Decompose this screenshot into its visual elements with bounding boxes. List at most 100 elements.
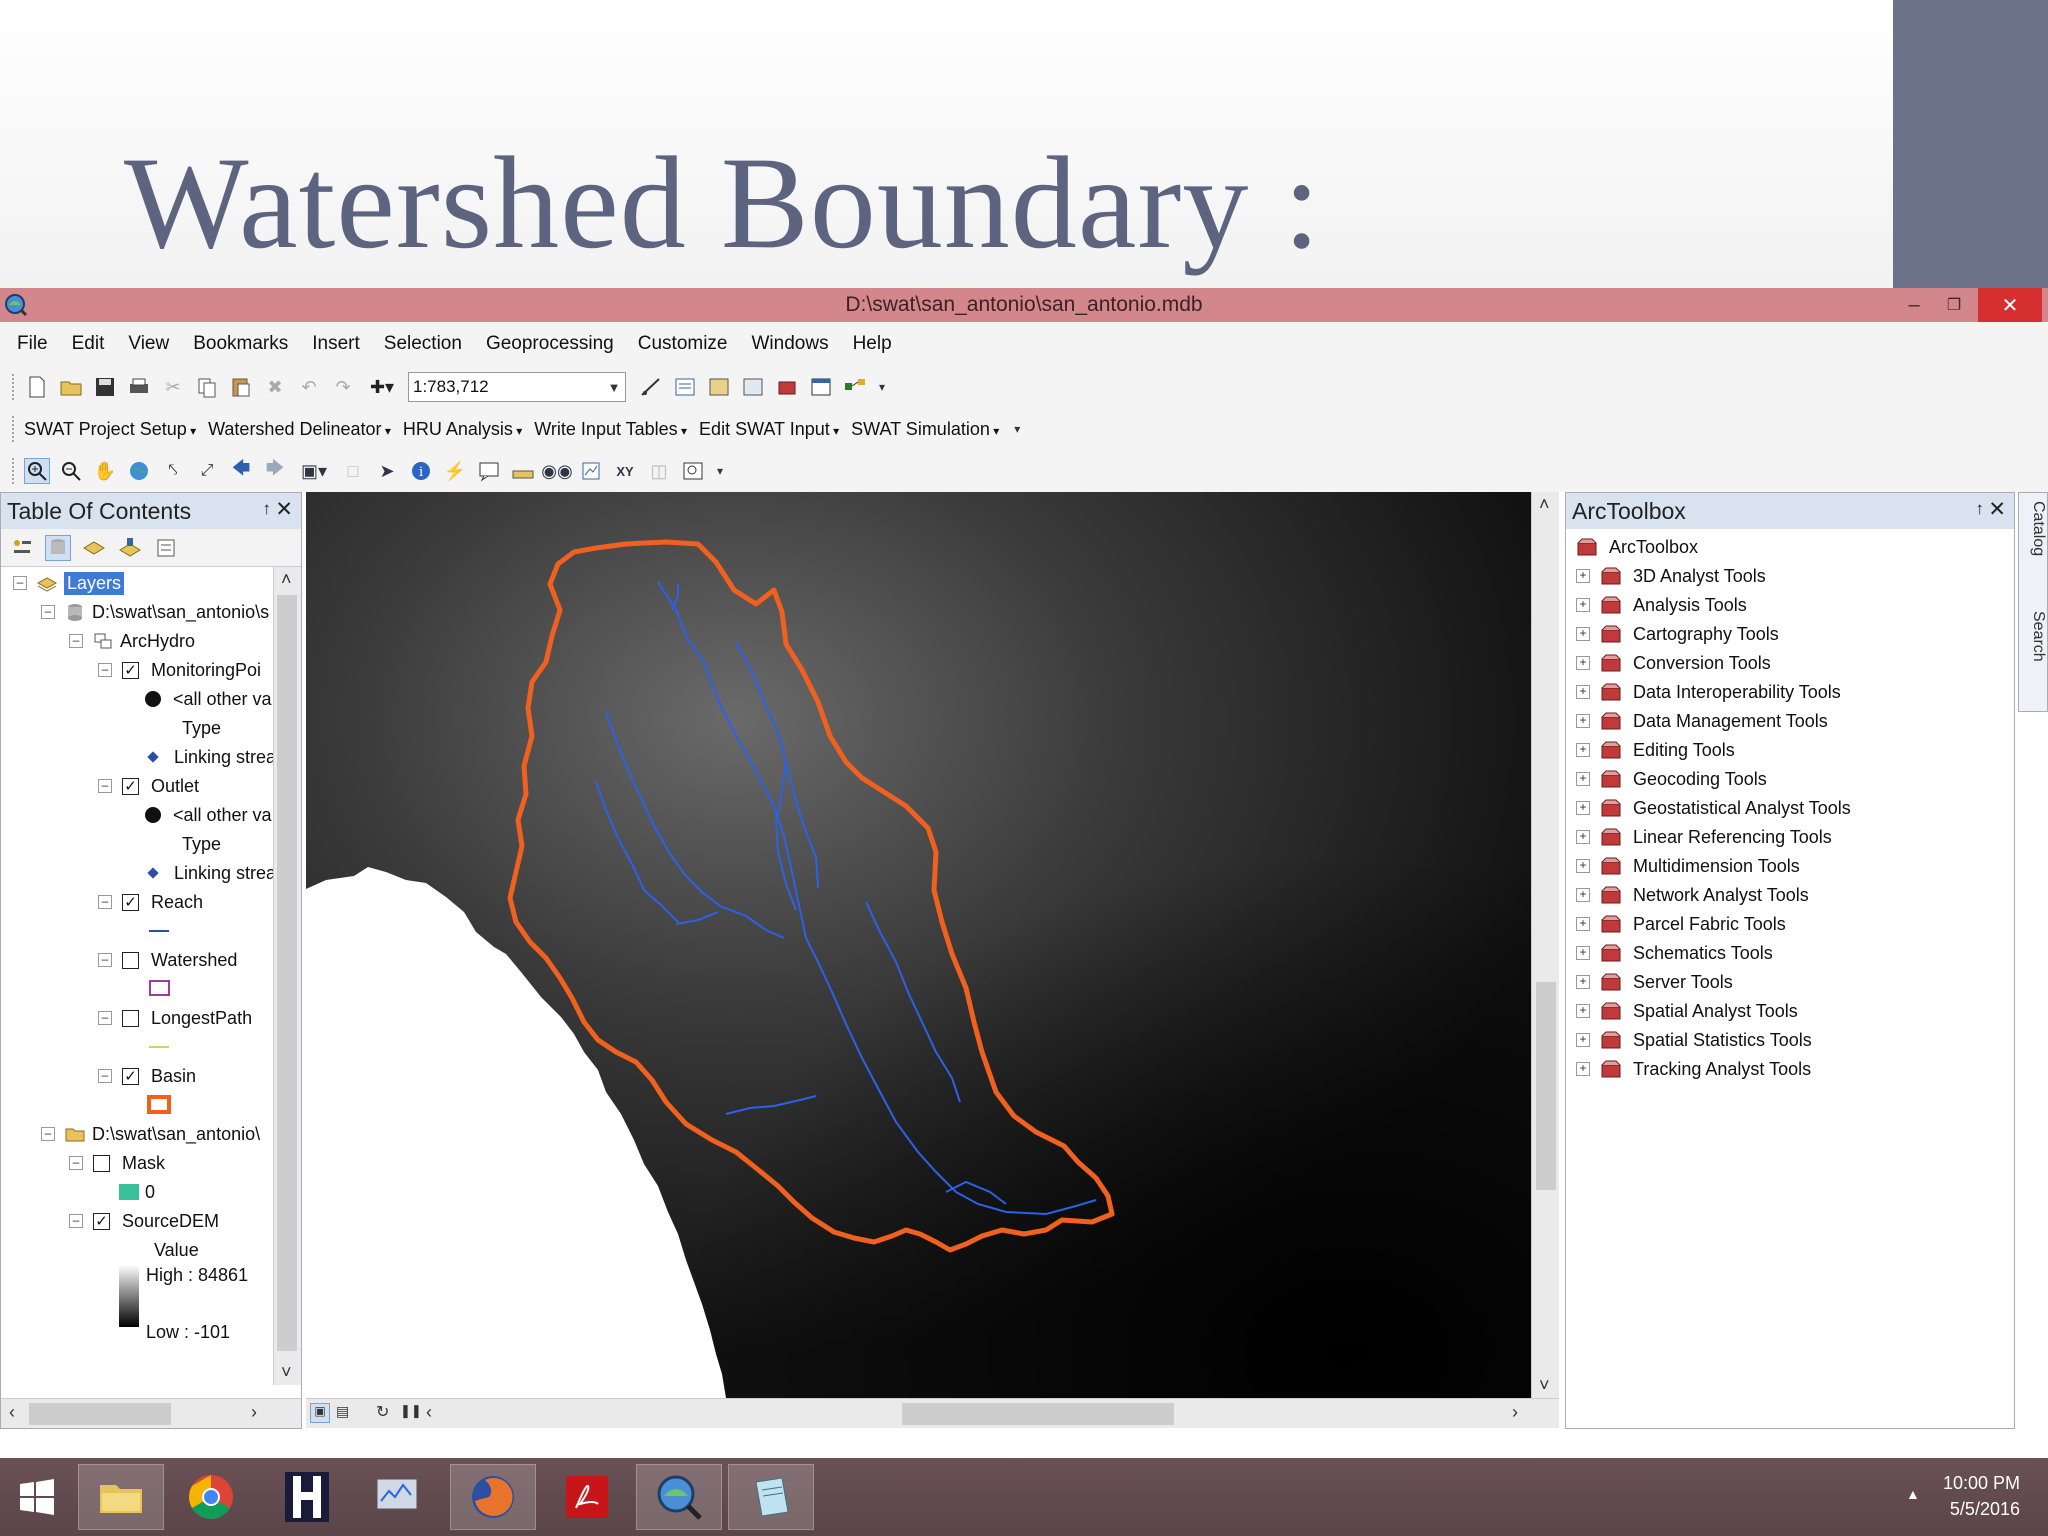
collapse-icon[interactable]: – [98,953,112,967]
tree-row-basin[interactable]: – ✓ Basin [98,1062,196,1090]
show-hidden-icons-icon[interactable]: ▲ [1906,1486,1920,1502]
expand-icon[interactable]: + [1576,801,1590,815]
expand-icon[interactable]: + [1576,743,1590,757]
layer-checkbox[interactable]: ✓ [122,777,139,795]
layer-checkbox[interactable] [93,1154,110,1172]
expand-icon[interactable]: + [1576,1033,1590,1047]
scroll-thumb[interactable] [277,595,297,1351]
menu-file[interactable]: File [17,333,48,355]
taskbar-file-explorer[interactable] [78,1464,164,1530]
tree-row-longestpath[interactable]: – LongestPath [98,1004,252,1032]
menu-view[interactable]: View [128,333,169,355]
toolbar-options-icon[interactable]: ▾ [1011,416,1023,442]
pan-hand-icon[interactable]: ✋ [92,458,118,484]
taskbar-arcmap[interactable] [636,1464,722,1530]
menu-geoprocessing[interactable]: Geoprocessing [486,333,614,355]
redo-icon[interactable]: ↷ [330,374,356,400]
collapse-icon[interactable]: – [69,1156,83,1170]
scroll-thumb[interactable] [902,1403,1174,1425]
zoom-in-icon[interactable] [24,458,50,484]
undo-icon[interactable]: ↶ [296,374,322,400]
create-viewer-window-icon[interactable] [680,458,706,484]
chevron-down-icon[interactable]: ▼ [603,380,625,395]
map-vertical-scrollbar[interactable]: ˄ ˅ [1531,492,1559,1398]
pin-icon[interactable]: ↑ [1976,499,1985,519]
tree-row-sourcedem[interactable]: – ✓ SourceDEM [69,1207,219,1235]
go-to-xy-icon[interactable]: XY [612,458,638,484]
expand-icon[interactable]: + [1576,772,1590,786]
toolbox-item[interactable]: + Server Tools [1576,968,1733,996]
toolbar-grip[interactable] [12,458,16,484]
expand-icon[interactable]: + [1576,1062,1590,1076]
scroll-left-icon[interactable]: ‹ [426,1402,432,1423]
layer-checkbox[interactable]: ✓ [122,893,139,911]
toolbox-root[interactable]: ArcToolbox [1576,533,1698,561]
taskbar-notepad[interactable] [728,1464,814,1530]
layer-checkbox[interactable]: ✓ [122,1067,139,1085]
new-document-icon[interactable] [24,374,50,400]
scroll-up-icon[interactable]: ˄ [1539,494,1550,515]
collapse-icon[interactable]: – [13,576,27,590]
back-arrow-icon[interactable]: 🡄 [228,458,254,484]
fixed-zoom-out-icon[interactable]: ⤢ [194,458,220,484]
menu-help[interactable]: Help [853,333,892,355]
search-tab[interactable]: Search [2021,611,2047,662]
refresh-icon[interactable]: ↻ [376,1402,389,1422]
forward-arrow-icon[interactable]: 🡆 [262,458,288,484]
layer-checkbox[interactable]: ✓ [122,661,139,679]
tree-row-folder[interactable]: – D:\swat\san_antonio\ [41,1120,260,1148]
collapse-icon[interactable]: – [98,1069,112,1083]
find-binoculars-icon[interactable]: ◉◉ [541,458,572,484]
list-by-selection-icon[interactable] [117,535,143,561]
menu-windows[interactable]: Windows [752,333,829,355]
copy-icon[interactable] [194,374,220,400]
scroll-thumb[interactable] [29,1403,171,1425]
hyperlink-icon[interactable]: ⚡ [442,458,468,484]
tree-row-watershed[interactable]: – Watershed [98,946,237,974]
scroll-right-icon[interactable]: › [251,1402,257,1423]
toolbox-item[interactable]: + Editing Tools [1576,736,1735,764]
menu-customize[interactable]: Customize [638,333,728,355]
toolbox-item[interactable]: + Spatial Statistics Tools [1576,1026,1812,1054]
scroll-left-icon[interactable]: ‹ [9,1402,15,1423]
save-icon[interactable] [92,374,118,400]
model-builder-icon[interactable] [842,374,868,400]
toolbox-item[interactable]: + Cartography Tools [1576,620,1779,648]
taskbar-chrome[interactable] [168,1464,254,1530]
scroll-thumb[interactable] [1536,982,1556,1190]
swat-project-setup-menu[interactable]: SWAT Project Setup [24,419,196,440]
tree-row-layers[interactable]: – Layers [13,569,125,597]
tree-row-monitoring-point[interactable]: – ✓ MonitoringPoi [98,656,261,684]
taskbar-clock[interactable]: 10:00 PM 5/5/2016 [1943,1470,2020,1522]
toolbox-item[interactable]: + Schematics Tools [1576,939,1773,967]
toolbox-item[interactable]: + Tracking Analyst Tools [1576,1055,1811,1083]
map-canvas[interactable] [306,492,1531,1398]
expand-icon[interactable]: + [1576,598,1590,612]
toolbox-item[interactable]: + Spatial Analyst Tools [1576,997,1798,1025]
html-popup-icon[interactable] [476,458,502,484]
write-input-tables-menu[interactable]: Write Input Tables [534,419,687,440]
expand-icon[interactable]: + [1576,975,1590,989]
toc-vertical-scrollbar[interactable]: ˄ ˅ [273,567,301,1385]
layers-label[interactable]: Layers [64,571,125,595]
toolbar-grip[interactable] [12,374,16,400]
scroll-right-icon[interactable]: › [1512,1402,1518,1423]
toolbox-item[interactable]: + Parcel Fabric Tools [1576,910,1786,938]
pin-icon[interactable]: ↑ [263,499,272,519]
data-view-icon[interactable]: ▣ [310,1403,330,1423]
restore-button[interactable]: ❐ [1932,288,1976,322]
close-icon[interactable]: ✕ [275,497,293,522]
list-by-source-icon[interactable] [45,534,71,561]
collapse-icon[interactable]: – [69,1214,83,1228]
menu-selection[interactable]: Selection [384,333,462,355]
taskbar-firefox[interactable] [450,1464,536,1530]
toolbox-item[interactable]: + Data Management Tools [1576,707,1828,735]
toc-horizontal-scrollbar[interactable]: ‹ › [1,1398,301,1428]
taskbar-acrobat[interactable] [544,1464,630,1530]
expand-icon[interactable]: + [1576,685,1590,699]
toolbox-item[interactable]: + Linear Referencing Tools [1576,823,1832,851]
full-extent-globe-icon[interactable] [126,458,152,484]
menu-bookmarks[interactable]: Bookmarks [193,333,288,355]
options-icon[interactable] [153,535,179,561]
clear-selection-icon[interactable]: □ [340,458,366,484]
